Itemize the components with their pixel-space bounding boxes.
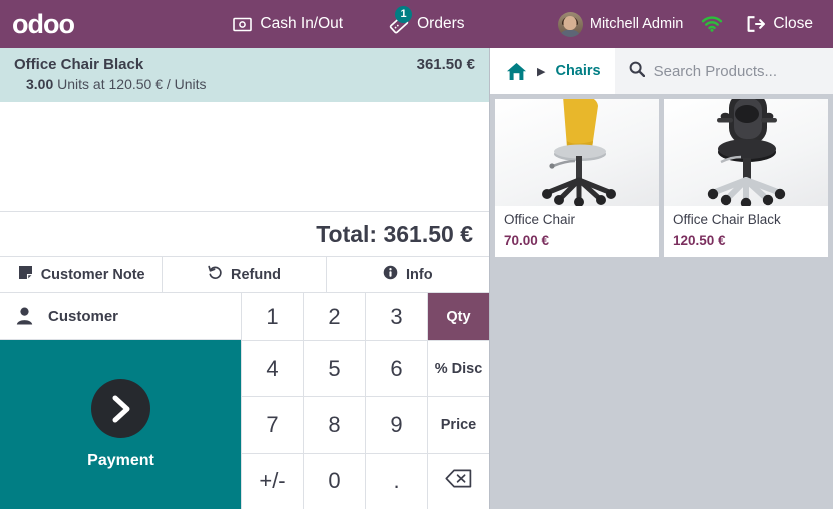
- order-lines-list: Office Chair Black 361.50 € 3.00 Units a…: [0, 48, 489, 211]
- numpad-key-4[interactable]: 4: [242, 341, 303, 397]
- info-label: Info: [406, 266, 433, 283]
- search-box[interactable]: [614, 48, 833, 94]
- order-line-unit-info: Units at 120.50 € / Units: [57, 76, 207, 92]
- product-price: 120.50 €: [673, 233, 726, 248]
- product-meta: Office Chair Black 120.50 €: [664, 205, 828, 257]
- black-office-chair-image: [664, 99, 828, 206]
- customer-button-label: Customer: [48, 307, 119, 325]
- product-pane: ▶ Chairs Search Products... Office Chair…: [490, 48, 833, 509]
- info-button[interactable]: Info: [327, 257, 489, 292]
- chevron-right-icon: [91, 379, 150, 438]
- close-button[interactable]: Close: [741, 11, 819, 37]
- home-icon[interactable]: [506, 62, 527, 81]
- payment-button[interactable]: Payment: [0, 340, 241, 509]
- order-line-product-name: Office Chair Black: [14, 56, 144, 73]
- numpad-mode-price[interactable]: Price: [428, 397, 489, 453]
- close-label: Close: [773, 15, 813, 32]
- numpad-key-9[interactable]: 9: [366, 397, 427, 453]
- user-menu[interactable]: Mitchell Admin: [557, 11, 684, 37]
- caret-right-icon: ▶: [537, 65, 546, 78]
- backspace-icon: [445, 468, 472, 494]
- order-line-top: Office Chair Black 361.50 €: [14, 56, 475, 73]
- numpad-key-7[interactable]: 7: [242, 397, 303, 453]
- numpad-key-2[interactable]: 2: [304, 293, 365, 340]
- cash-in-out-button[interactable]: Cash In/Out: [227, 11, 349, 37]
- odoo-brand[interactable]: odoo: [0, 8, 140, 39]
- customer-note-label: Customer Note: [40, 266, 145, 283]
- product-grid: Office Chair 70.00 € Office Chair Black …: [490, 94, 833, 509]
- numpad-key-5[interactable]: 5: [304, 341, 365, 397]
- numpad-backspace-button[interactable]: [428, 453, 489, 509]
- refund-button[interactable]: Refund: [163, 257, 327, 292]
- product-card-office-chair-black[interactable]: Office Chair Black 120.50 €: [664, 99, 828, 257]
- pad-area: Customer Payment 1 2 3 Qty 4 5 6 % Disc …: [0, 293, 489, 509]
- note-icon: [18, 265, 33, 284]
- search-input[interactable]: [653, 62, 819, 80]
- refund-label: Refund: [231, 266, 281, 283]
- numpad: 1 2 3 Qty 4 5 6 % Disc 7 8 9 Price +/- 0…: [242, 293, 489, 509]
- product-name: Office Chair Black: [673, 211, 781, 227]
- orders-button[interactable]: 1 Orders: [383, 5, 470, 38]
- numpad-key-decimal[interactable]: .: [366, 453, 427, 509]
- pos-screen: odoo Cash In/Out 1 Orders Mitchell Admin…: [0, 0, 833, 509]
- product-price: 70.00 €: [504, 233, 550, 248]
- banknote-icon: [233, 17, 253, 32]
- avatar: [557, 11, 583, 37]
- odoo-logo: odoo: [12, 8, 75, 39]
- topbar-center-actions: Cash In/Out 1 Orders: [140, 5, 558, 38]
- orders-icon-wrap: 1: [389, 5, 413, 34]
- user-icon: [0, 307, 48, 325]
- cash-in-out-label: Cash In/Out: [260, 15, 344, 32]
- numpad-key-3[interactable]: 3: [366, 293, 427, 340]
- pos-body: Office Chair Black 361.50 € 3.00 Units a…: [0, 48, 833, 509]
- yellow-office-chair-image: [495, 99, 659, 206]
- numpad-key-8[interactable]: 8: [304, 397, 365, 453]
- order-action-bar: Customer Note Refund Info: [0, 257, 489, 293]
- order-total-label: Total: 361.50 €: [316, 220, 473, 247]
- order-total-row: Total: 361.50 €: [0, 211, 489, 257]
- order-line[interactable]: Office Chair Black 361.50 € 3.00 Units a…: [0, 48, 489, 102]
- breadcrumb-category[interactable]: Chairs: [555, 63, 600, 79]
- pad-left-column: Customer Payment: [0, 293, 242, 509]
- numpad-mode-discount[interactable]: % Disc: [428, 341, 489, 397]
- order-line-subtotal: 361.50 €: [416, 56, 475, 73]
- info-circle-icon: [383, 265, 398, 284]
- product-name: Office Chair: [504, 211, 576, 227]
- numpad-key-plusminus[interactable]: +/-: [242, 453, 303, 509]
- customer-note-button[interactable]: Customer Note: [0, 257, 164, 292]
- product-card-office-chair[interactable]: Office Chair 70.00 €: [495, 99, 659, 257]
- sign-out-icon: [747, 16, 766, 32]
- numpad-key-0[interactable]: 0: [304, 453, 365, 509]
- numpad-key-1[interactable]: 1: [242, 293, 303, 340]
- order-pane: Office Chair Black 361.50 € 3.00 Units a…: [0, 48, 490, 509]
- product-meta: Office Chair 70.00 €: [495, 205, 659, 257]
- undo-icon: [208, 265, 223, 284]
- wifi-icon[interactable]: [701, 16, 723, 32]
- breadcrumb: ▶ Chairs: [490, 48, 615, 94]
- customer-button[interactable]: Customer: [0, 293, 241, 340]
- numpad-key-6[interactable]: 6: [366, 341, 427, 397]
- top-navbar: odoo Cash In/Out 1 Orders Mitchell Admin…: [0, 0, 833, 48]
- numpad-mode-qty[interactable]: Qty: [428, 293, 489, 340]
- order-line-detail: 3.00 Units at 120.50 € / Units: [14, 76, 475, 92]
- order-line-qty: 3.00: [26, 76, 54, 92]
- search-icon: [629, 61, 645, 82]
- orders-count-badge: 1: [395, 5, 413, 23]
- payment-label: Payment: [87, 452, 154, 469]
- user-name-label: Mitchell Admin: [589, 16, 684, 32]
- product-header: ▶ Chairs: [490, 48, 833, 94]
- orders-label: Orders: [417, 15, 465, 32]
- topbar-right-actions: Mitchell Admin Close: [557, 11, 833, 37]
